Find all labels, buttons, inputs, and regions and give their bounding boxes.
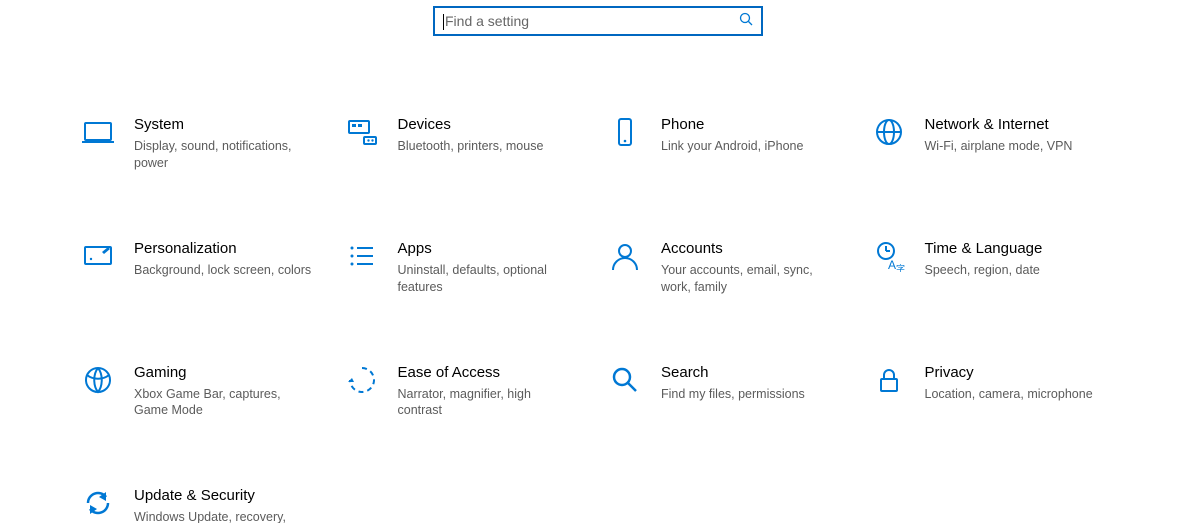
- category-title: Search: [661, 364, 805, 382]
- lock-icon: [873, 364, 909, 400]
- category-apps[interactable]: Apps Uninstall, defaults, optional featu…: [346, 240, 590, 296]
- devices-icon: [346, 116, 382, 152]
- category-title: Devices: [398, 116, 544, 134]
- category-network[interactable]: Network & Internet Wi-Fi, airplane mode,…: [873, 116, 1117, 172]
- category-desc: Wi-Fi, airplane mode, VPN: [925, 138, 1073, 155]
- category-title: Phone: [661, 116, 803, 134]
- category-devices[interactable]: Devices Bluetooth, printers, mouse: [346, 116, 590, 172]
- time-language-icon: [873, 240, 909, 276]
- category-system[interactable]: System Display, sound, notifications, po…: [82, 116, 326, 172]
- category-title: Update & Security: [134, 487, 314, 505]
- ease-of-access-icon: [346, 364, 382, 400]
- category-title: Apps: [398, 240, 578, 258]
- accounts-icon: [609, 240, 645, 276]
- category-ease-of-access[interactable]: Ease of Access Narrator, magnifier, high…: [346, 364, 590, 420]
- category-accounts[interactable]: Accounts Your accounts, email, sync, wor…: [609, 240, 853, 296]
- category-title: Ease of Access: [398, 364, 578, 382]
- category-search[interactable]: Search Find my files, permissions: [609, 364, 853, 420]
- category-title: Time & Language: [925, 240, 1043, 258]
- category-title: Network & Internet: [925, 116, 1073, 134]
- category-desc: Link your Android, iPhone: [661, 138, 803, 155]
- category-title: Personalization: [134, 240, 311, 258]
- search-box[interactable]: [433, 6, 763, 36]
- update-icon: [82, 487, 118, 523]
- magnifier-icon: [609, 364, 645, 400]
- category-desc: Your accounts, email, sync, work, family: [661, 262, 841, 296]
- category-desc: Find my files, permissions: [661, 386, 805, 403]
- category-desc: Location, camera, microphone: [925, 386, 1093, 403]
- apps-icon: [346, 240, 382, 276]
- category-desc: Narrator, magnifier, high contrast: [398, 386, 578, 420]
- system-icon: [82, 116, 118, 152]
- category-title: System: [134, 116, 314, 134]
- category-time-language[interactable]: Time & Language Speech, region, date: [873, 240, 1117, 296]
- category-desc: Background, lock screen, colors: [134, 262, 311, 279]
- search-input[interactable]: [443, 12, 739, 30]
- category-personalization[interactable]: Personalization Background, lock screen,…: [82, 240, 326, 296]
- category-phone[interactable]: Phone Link your Android, iPhone: [609, 116, 853, 172]
- personalization-icon: [82, 240, 118, 276]
- globe-icon: [873, 116, 909, 152]
- settings-categories-grid: System Display, sound, notifications, po…: [0, 116, 1196, 523]
- category-title: Privacy: [925, 364, 1093, 382]
- category-desc: Xbox Game Bar, captures, Game Mode: [134, 386, 314, 420]
- category-desc: Speech, region, date: [925, 262, 1043, 279]
- phone-icon: [609, 116, 645, 152]
- category-desc: Uninstall, defaults, optional features: [398, 262, 578, 296]
- search-icon: [739, 12, 753, 31]
- category-update-security[interactable]: Update & Security Windows Update, recove…: [82, 487, 326, 523]
- category-privacy[interactable]: Privacy Location, camera, microphone: [873, 364, 1117, 420]
- category-desc: Display, sound, notifications, power: [134, 138, 314, 172]
- category-desc: Bluetooth, printers, mouse: [398, 138, 544, 155]
- gaming-icon: [82, 364, 118, 400]
- category-gaming[interactable]: Gaming Xbox Game Bar, captures, Game Mod…: [82, 364, 326, 420]
- category-desc: Windows Update, recovery, backup: [134, 509, 314, 523]
- category-title: Accounts: [661, 240, 841, 258]
- category-title: Gaming: [134, 364, 314, 382]
